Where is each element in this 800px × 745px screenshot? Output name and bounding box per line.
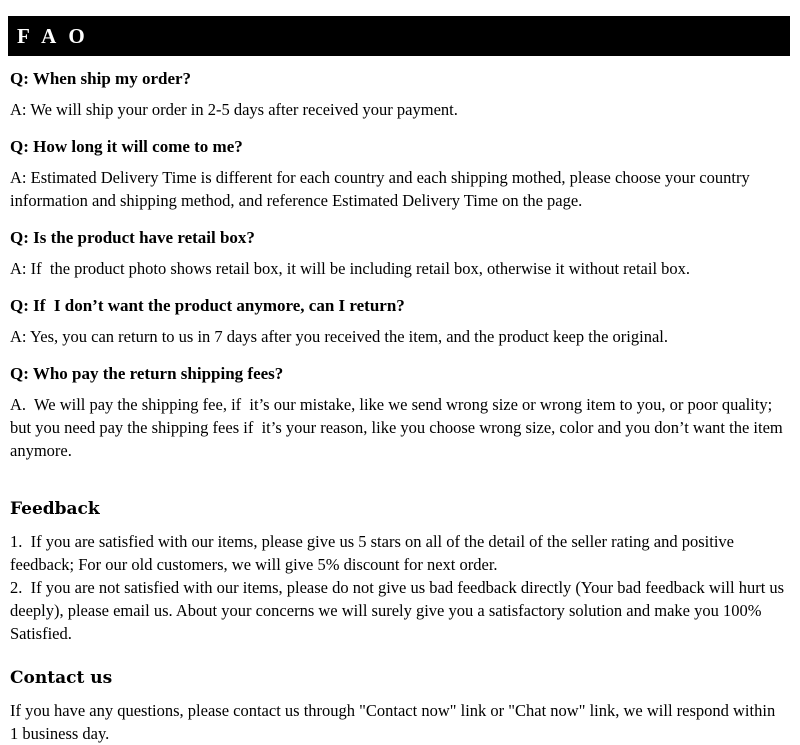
faq-page: F A O Q: When ship my order? A: We will … — [0, 0, 800, 743]
faq-header-bar: F A O — [8, 16, 790, 56]
faq-item: Q: Is the product have retail box? A: If… — [10, 227, 786, 280]
contact-body: If you have any questions, please contac… — [10, 701, 780, 743]
faq-content: Q: When ship my order? A: We will ship y… — [10, 68, 786, 745]
feedback-section: Feedback 1. If you are satisfied with ou… — [10, 498, 786, 645]
contact-section: Contact us If you have any questions, pl… — [10, 667, 786, 745]
faq-item: Q: When ship my order? A: We will ship y… — [10, 68, 786, 121]
faq-question: Q: If I don’t want the product anymore, … — [10, 296, 405, 315]
faq-answer: A. We will pay the shipping fee, if it’s… — [10, 395, 787, 460]
page-title: F A O — [17, 24, 89, 48]
faq-question: Q: When ship my order? — [10, 69, 192, 88]
contact-heading: Contact us — [10, 668, 113, 688]
faq-question: Q: Who pay the return shipping fees? — [10, 364, 284, 383]
feedback-heading: Feedback — [10, 499, 100, 519]
faq-answer: A: Estimated Delivery Time is different … — [10, 168, 754, 210]
faq-item: Q: If I don’t want the product anymore, … — [10, 295, 786, 348]
faq-answer: A: If the product photo shows retail box… — [10, 259, 691, 278]
faq-item: Q: How long it will come to me? A: Estim… — [10, 136, 786, 212]
feedback-item: 2. If you are not satisfied with our ite… — [10, 578, 789, 643]
faq-answer: A: Yes, you can return to us in 7 days a… — [10, 327, 668, 346]
faq-answer: A: We will ship your order in 2-5 days a… — [10, 100, 458, 119]
faq-item: Q: Who pay the return shipping fees? A. … — [10, 363, 786, 462]
feedback-item: 1. If you are satisfied with our items, … — [10, 532, 739, 574]
faq-question: Q: How long it will come to me? — [10, 137, 243, 156]
faq-question: Q: Is the product have retail box? — [10, 228, 255, 247]
